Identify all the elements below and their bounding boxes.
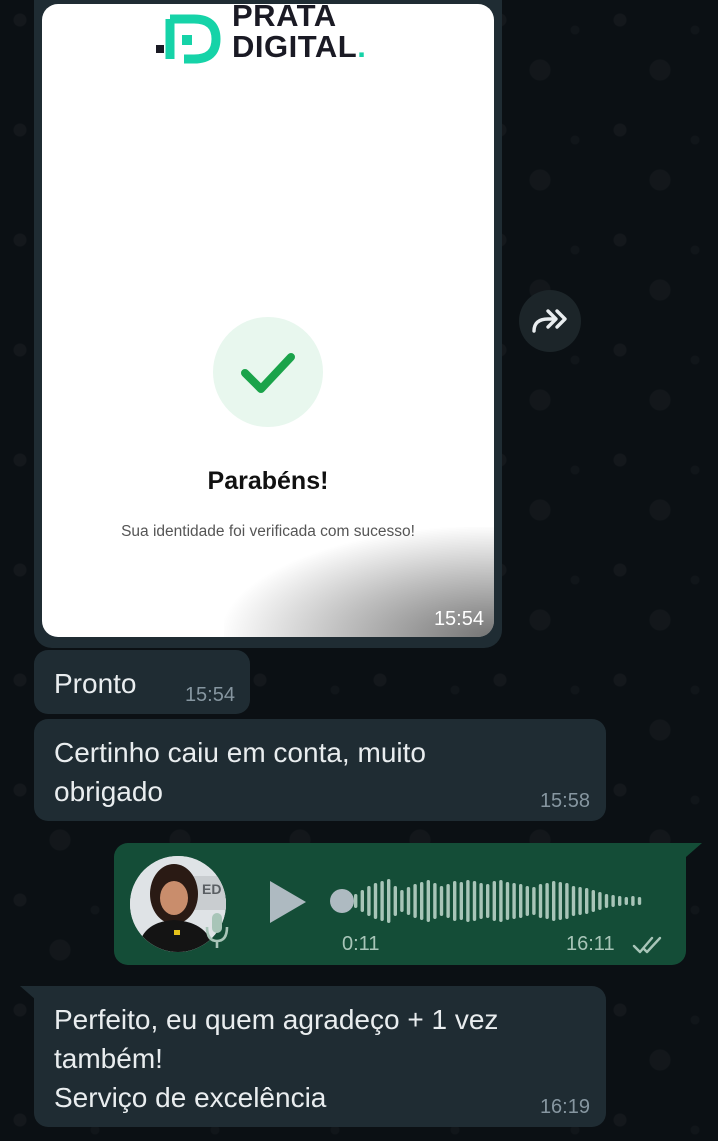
waveform-bar	[446, 884, 450, 918]
waveform-bar	[604, 894, 609, 908]
bubble-tail	[686, 843, 702, 857]
waveform-bar	[585, 888, 589, 914]
waveform-bar	[558, 882, 562, 920]
waveform-bar	[598, 892, 602, 910]
waveform-bar	[591, 890, 595, 912]
waveform-bar	[499, 880, 503, 922]
chat-area: PRATA DIGITAL. Parabéns! Sua identidade …	[0, 0, 718, 1141]
prata-digital-logo: PRATA DIGITAL.	[154, 4, 367, 68]
waveform-bar	[420, 882, 424, 920]
audio-waveform[interactable]	[354, 871, 718, 931]
message-time: 15:54	[433, 608, 484, 630]
playback-scrubber[interactable]	[330, 889, 354, 913]
waveform-bar	[624, 897, 628, 905]
waveform-bar	[618, 896, 622, 906]
waveform-bar	[387, 879, 391, 923]
waveform-bar	[406, 887, 411, 915]
waveform-bar	[637, 897, 642, 905]
logo-line-1: PRATA	[232, 4, 337, 33]
waveform-bar	[519, 884, 523, 918]
waveform-bar	[631, 896, 635, 906]
waveform-bar	[439, 886, 444, 916]
forward-button[interactable]	[519, 290, 581, 352]
waveform-bar	[525, 886, 529, 916]
waveform-bar	[360, 890, 364, 912]
waveform-bar	[459, 882, 463, 920]
message-text: Pronto	[54, 668, 137, 699]
waveform-bar	[479, 883, 483, 919]
voice-message[interactable]: ED 0:11 16:11	[114, 843, 686, 965]
waveform-bar	[552, 881, 556, 921]
message-text: Certinho caiu em conta, muito obrigado	[54, 737, 426, 807]
waveform-bar	[571, 886, 576, 916]
waveform-bar	[373, 883, 378, 919]
message-time: 16:19	[539, 1096, 590, 1118]
waveform-bar	[472, 881, 477, 921]
image-message[interactable]: PRATA DIGITAL. Parabéns! Sua identidade …	[34, 0, 502, 648]
message-text: Perfeito, eu quem agradeço + 1 vez també…	[54, 1004, 499, 1113]
mic-icon	[205, 913, 229, 948]
message-time: 15:54	[184, 684, 235, 706]
waveform-bar	[400, 890, 404, 912]
waveform-bar	[512, 883, 516, 919]
waveform-bar	[354, 894, 358, 908]
verification-screenshot[interactable]: PRATA DIGITAL. Parabéns! Sua identidade …	[42, 4, 494, 637]
play-icon[interactable]	[266, 879, 310, 925]
svg-text:ED: ED	[202, 881, 221, 897]
waveform-bar	[538, 884, 543, 918]
message-time: 15:58	[539, 790, 590, 812]
waveform-bar	[367, 886, 371, 916]
waveform-bar	[433, 883, 437, 919]
incoming-message[interactable]: Certinho caiu em conta, muito obrigado 1…	[34, 719, 606, 821]
waveform-bar	[453, 881, 457, 921]
success-badge	[213, 317, 323, 427]
double-forward-arrow-icon	[532, 309, 567, 333]
logo-mark-icon	[156, 14, 221, 64]
success-title: Parabéns!	[207, 467, 329, 495]
checkmark-icon	[241, 353, 295, 393]
incoming-message[interactable]: Pronto 15:54	[34, 650, 250, 714]
waveform-bar	[611, 895, 615, 907]
logo-line-2: DIGITAL	[232, 29, 358, 64]
message-time: 16:11	[566, 933, 615, 955]
waveform-bar	[380, 881, 384, 921]
waveform-bar	[532, 887, 536, 915]
logo-dot: .	[357, 29, 367, 64]
waveform-bar	[393, 886, 397, 916]
read-receipt-icon	[632, 936, 662, 954]
waveform-bar	[486, 884, 490, 918]
waveform-bar	[413, 884, 417, 918]
waveform-bar	[565, 883, 569, 919]
waveform-bar	[426, 880, 430, 922]
waveform-bar	[505, 882, 510, 920]
waveform-bar	[578, 887, 582, 915]
waveform-bar	[492, 881, 496, 921]
voice-duration: 0:11	[342, 933, 380, 955]
incoming-message[interactable]: Perfeito, eu quem agradeço + 1 vez també…	[34, 986, 606, 1127]
waveform-bar	[466, 880, 470, 922]
waveform-bar	[545, 883, 549, 919]
